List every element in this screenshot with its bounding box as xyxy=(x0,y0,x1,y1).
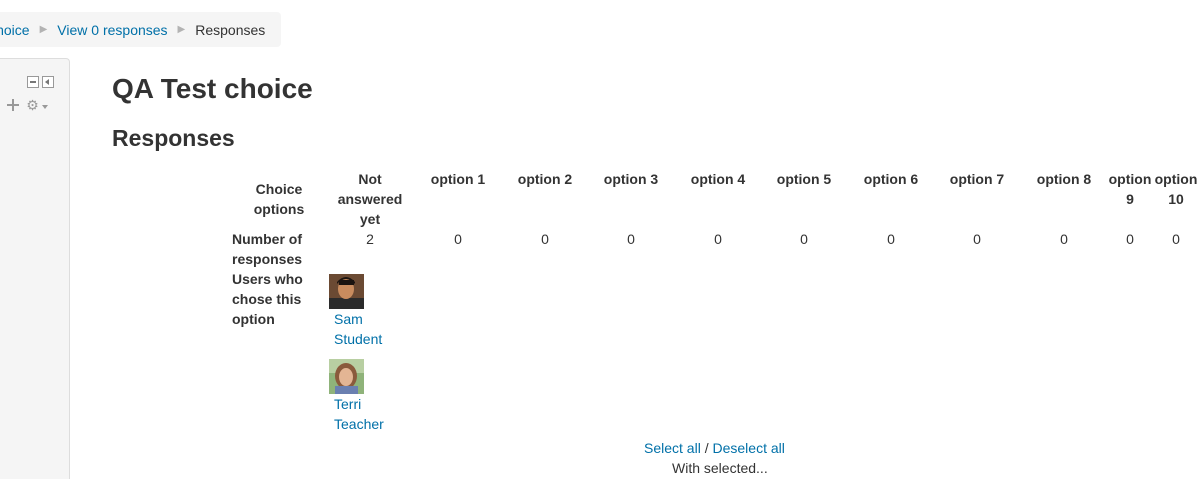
user-entry: Sam Student xyxy=(329,274,399,349)
breadcrumb-separator-icon: ▶ xyxy=(177,24,186,35)
response-count: 0 xyxy=(714,231,722,247)
column-header: option 6 xyxy=(863,171,919,187)
user-name-link[interactable]: Terri Teacher xyxy=(334,394,399,434)
response-count: 0 xyxy=(887,231,895,247)
move-icon[interactable] xyxy=(7,99,19,111)
gear-icon[interactable]: ⚙ xyxy=(26,98,39,112)
response-count: 0 xyxy=(800,231,808,247)
chevron-down-icon[interactable] xyxy=(42,105,48,109)
selection-controls: Select all / Deselect all xyxy=(644,438,785,458)
column-header: option 5 xyxy=(776,171,832,187)
select-all-link[interactable]: Select all xyxy=(644,440,701,456)
row-label-number-of-responses: Number of responses xyxy=(232,231,303,267)
row-label-users: Users who chose this option xyxy=(232,271,303,327)
user-name-link[interactable]: Sam Student xyxy=(334,309,399,349)
column-header: option 4 xyxy=(690,171,746,187)
breadcrumb: Choice ▶ View 0 responses ▶ Responses xyxy=(0,12,281,47)
column-header: option 3 xyxy=(603,171,659,187)
block-panel: ⚙ xyxy=(0,58,70,479)
response-count: 0 xyxy=(973,231,981,247)
row-label-choice-options: Choice options xyxy=(253,181,305,217)
column-header: option 10 xyxy=(1154,171,1198,207)
response-count: 0 xyxy=(1126,231,1134,247)
avatar[interactable] xyxy=(329,359,364,394)
breadcrumb-link-choice[interactable]: Choice xyxy=(0,22,30,38)
avatar[interactable] xyxy=(329,274,364,309)
deselect-all-link[interactable]: Deselect all xyxy=(712,440,784,456)
response-count: 0 xyxy=(1172,231,1180,247)
response-count: 0 xyxy=(541,231,549,247)
collapse-block-icon[interactable] xyxy=(27,76,39,88)
column-header: option 2 xyxy=(517,171,573,187)
section-title: Responses xyxy=(112,125,235,151)
column-header: option 1 xyxy=(430,171,486,187)
column-header: option 8 xyxy=(1036,171,1092,187)
column-header: option 9 xyxy=(1108,171,1152,207)
breadcrumb-link-view-responses[interactable]: View 0 responses xyxy=(57,22,167,38)
page-title: QA Test choice xyxy=(112,73,313,104)
with-selected-label: With selected... xyxy=(672,460,768,476)
response-count: 0 xyxy=(1060,231,1068,247)
response-count: 0 xyxy=(454,231,462,247)
breadcrumb-separator-icon: ▶ xyxy=(39,24,48,35)
response-count: 2 xyxy=(366,231,374,247)
breadcrumb-current: Responses xyxy=(195,21,266,38)
selection-separator: / xyxy=(704,440,709,456)
column-header: Not answered yet xyxy=(337,171,403,227)
user-entry: Terri Teacher xyxy=(329,359,399,434)
response-count: 0 xyxy=(627,231,635,247)
column-header: option 7 xyxy=(949,171,1005,187)
dock-block-icon[interactable] xyxy=(42,76,54,88)
